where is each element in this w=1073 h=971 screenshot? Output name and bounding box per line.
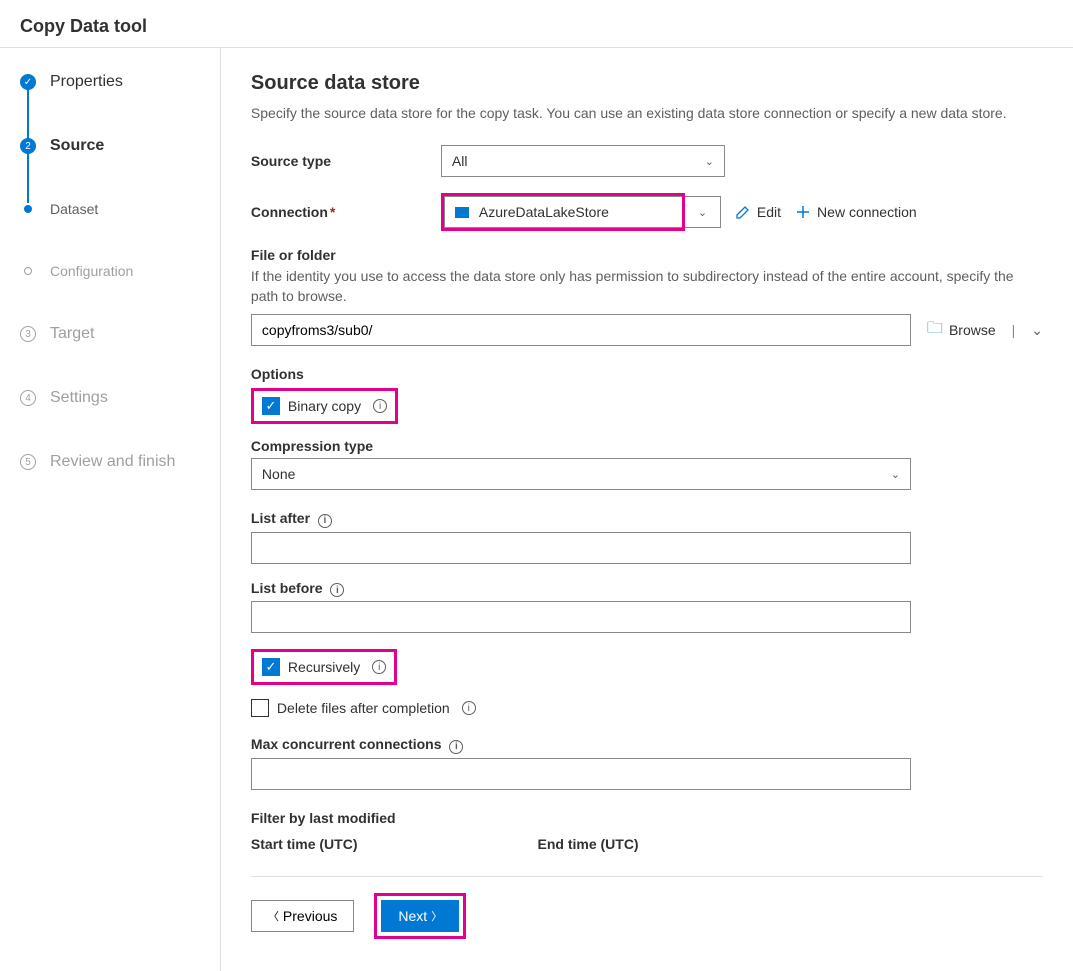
step-properties[interactable]: ✓ Properties bbox=[20, 73, 220, 91]
section-title: Source data store bbox=[251, 72, 1043, 95]
chevron-down-icon: ⌄ bbox=[698, 206, 707, 219]
chevron-down-icon[interactable]: ⌄ bbox=[1031, 322, 1043, 339]
wizard-footer: 〈 Previous Next 〉 bbox=[251, 876, 1043, 947]
connection-row: Connection* AzureDataLakeStore ⌄ Edit bbox=[251, 193, 1043, 231]
datastore-icon bbox=[455, 207, 469, 218]
page-header: Copy Data tool bbox=[0, 0, 1073, 48]
step-review[interactable]: 5 Review and finish bbox=[20, 453, 220, 471]
chevron-right-icon: 〉 bbox=[431, 908, 442, 924]
folder-icon: 🗀 bbox=[927, 317, 943, 344]
edit-connection-button[interactable]: Edit bbox=[735, 204, 781, 220]
dot-icon bbox=[24, 205, 32, 213]
source-type-row: Source type All ⌄ bbox=[251, 145, 1043, 177]
browse-button[interactable]: 🗀 Browse bbox=[927, 317, 996, 344]
chevron-down-icon: ⌄ bbox=[891, 468, 900, 481]
step-label: Target bbox=[50, 325, 94, 343]
step-label: Configuration bbox=[50, 263, 133, 279]
step-label: Dataset bbox=[50, 201, 98, 217]
source-type-select[interactable]: All ⌄ bbox=[441, 145, 725, 177]
checkbox-checked-icon: ✓ bbox=[262, 658, 280, 676]
step-number-icon: 2 bbox=[20, 138, 36, 154]
step-number-icon: 4 bbox=[20, 390, 36, 406]
info-icon[interactable]: i bbox=[449, 740, 463, 754]
new-connection-button[interactable]: New connection bbox=[795, 204, 917, 220]
start-time-label: Start time (UTC) bbox=[251, 836, 358, 852]
plus-icon bbox=[795, 204, 811, 220]
chevron-left-icon: 〈 bbox=[268, 908, 279, 924]
max-conn-input[interactable] bbox=[251, 758, 911, 790]
connection-select[interactable]: AzureDataLakeStore bbox=[444, 196, 682, 228]
step-label: Properties bbox=[50, 73, 123, 91]
file-folder-input[interactable] bbox=[251, 314, 911, 346]
substep-dataset[interactable]: Dataset bbox=[20, 201, 220, 217]
dot-icon bbox=[24, 267, 32, 275]
pencil-icon bbox=[735, 204, 751, 220]
wizard-steps-sidebar: ✓ Properties 2 Source Dataset Configurat… bbox=[0, 48, 221, 971]
list-before-input[interactable] bbox=[251, 601, 911, 633]
select-value: All bbox=[452, 153, 468, 169]
step-label: Source bbox=[50, 137, 104, 155]
page-title: Copy Data tool bbox=[20, 16, 1053, 37]
select-value: None bbox=[262, 466, 295, 482]
max-conn-label: Max concurrent connections i bbox=[251, 736, 1043, 754]
chevron-down-icon: ⌄ bbox=[705, 155, 714, 168]
list-after-label: List after i bbox=[251, 510, 1043, 528]
info-icon[interactable]: i bbox=[372, 660, 386, 674]
checkbox-unchecked-icon bbox=[251, 699, 269, 717]
source-type-label: Source type bbox=[251, 153, 441, 169]
options-label: Options bbox=[251, 366, 1043, 382]
select-value: AzureDataLakeStore bbox=[479, 204, 609, 220]
section-subtitle: Specify the source data store for the co… bbox=[251, 105, 1043, 121]
step-settings[interactable]: 4 Settings bbox=[20, 389, 220, 407]
previous-button[interactable]: 〈 Previous bbox=[251, 900, 354, 932]
substep-configuration[interactable]: Configuration bbox=[20, 263, 220, 279]
step-number-icon: 3 bbox=[20, 326, 36, 342]
connection-select-chevron[interactable]: ⌄ bbox=[685, 196, 721, 228]
step-target[interactable]: 3 Target bbox=[20, 325, 220, 343]
connection-label: Connection* bbox=[251, 204, 441, 220]
next-button[interactable]: Next 〉 bbox=[381, 900, 459, 932]
info-icon[interactable]: i bbox=[318, 514, 332, 528]
info-icon[interactable]: i bbox=[373, 399, 387, 413]
binary-copy-checkbox[interactable]: ✓ Binary copy i bbox=[262, 397, 387, 415]
check-icon: ✓ bbox=[20, 74, 36, 90]
checkbox-checked-icon: ✓ bbox=[262, 397, 280, 415]
step-label: Settings bbox=[50, 389, 108, 407]
info-icon[interactable]: i bbox=[462, 701, 476, 715]
delete-after-checkbox[interactable]: Delete files after completion i bbox=[251, 699, 476, 717]
step-label: Review and finish bbox=[50, 453, 175, 471]
compression-label: Compression type bbox=[251, 438, 1043, 454]
info-icon[interactable]: i bbox=[330, 583, 344, 597]
main-content: Source data store Specify the source dat… bbox=[221, 48, 1073, 971]
list-before-label: List before i bbox=[251, 580, 1043, 598]
step-source[interactable]: 2 Source bbox=[20, 137, 220, 155]
compression-select[interactable]: None ⌄ bbox=[251, 458, 911, 490]
step-number-icon: 5 bbox=[20, 454, 36, 470]
filter-label: Filter by last modified bbox=[251, 810, 1043, 826]
end-time-label: End time (UTC) bbox=[537, 836, 638, 852]
file-folder-label: File or folder bbox=[251, 247, 1043, 263]
recursively-checkbox[interactable]: ✓ Recursively i bbox=[262, 658, 386, 676]
list-after-input[interactable] bbox=[251, 532, 911, 564]
file-folder-help: If the identity you use to access the da… bbox=[251, 267, 1043, 306]
